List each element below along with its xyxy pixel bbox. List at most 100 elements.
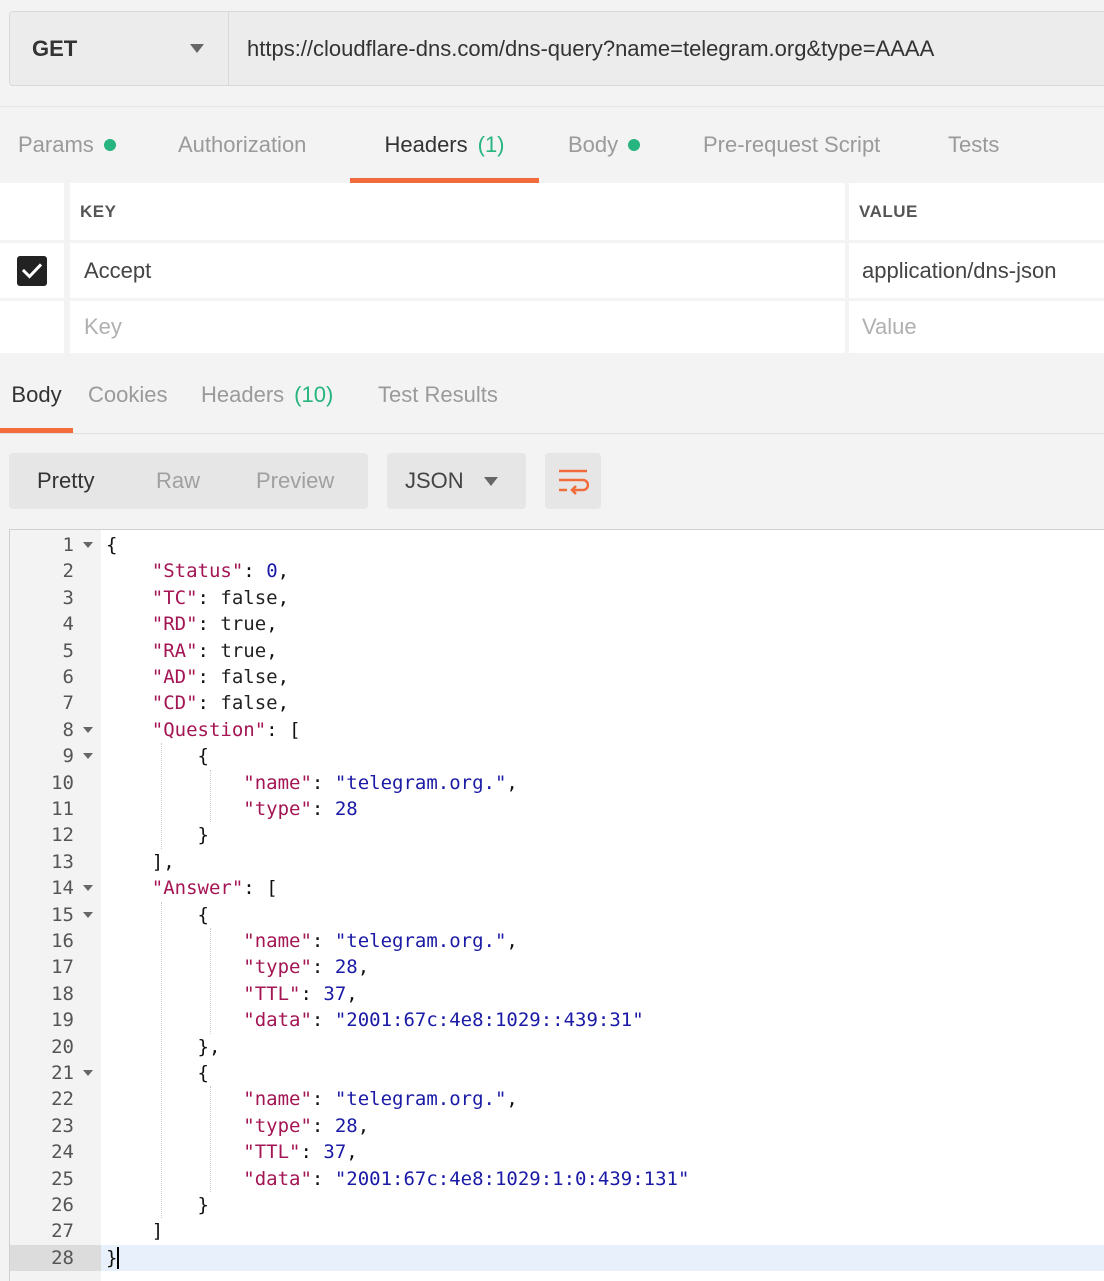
line-number: 13 <box>51 850 74 873</box>
line-number: 25 <box>51 1167 74 1190</box>
line-number: 19 <box>51 1009 74 1032</box>
code-text: } <box>197 1194 209 1216</box>
gutter-cell: 28 <box>10 1244 101 1272</box>
value-column-header: VALUE <box>849 183 1104 240</box>
gutter-cell: 3 <box>10 585 101 611</box>
line-number: 21 <box>51 1062 74 1084</box>
line-number: 26 <box>51 1194 74 1216</box>
code-text: "data": "2001:67c:4e8:1029:1:0:439:131" <box>243 1167 690 1190</box>
gutter-cell: 13 <box>10 849 101 875</box>
tab-cookies[interactable]: Cookies <box>88 357 167 433</box>
code-text: "AD": false, <box>151 666 290 688</box>
code-text: "CD": false, <box>151 692 290 715</box>
new-value-input[interactable]: Value <box>849 301 1104 353</box>
line-number: 17 <box>51 956 74 979</box>
code-line: 25 "data": "2001:67c:4e8:1029:1:0:439:13… <box>10 1166 1104 1192</box>
indent-guide <box>161 743 162 849</box>
checkmark-icon <box>22 262 42 279</box>
tab-pre-request-script[interactable]: Pre-request Script <box>703 107 880 183</box>
view-mode-selector: Pretty Raw Preview <box>9 453 368 509</box>
code-line: 19 "data": "2001:67c:4e8:1029::439:31" <box>10 1007 1104 1033</box>
code-line: 12 } <box>10 822 1104 848</box>
tab-headers[interactable]: Headers (1) <box>350 107 539 183</box>
code-text: } <box>106 1246 120 1270</box>
tab-body[interactable]: Body <box>568 107 641 183</box>
fold-toggle-icon[interactable] <box>83 911 93 918</box>
tab-params-label: Params <box>18 132 94 157</box>
header-enabled-checkbox[interactable] <box>17 255 47 286</box>
code-text: "name": "telegram.org.", <box>243 1088 518 1111</box>
fold-toggle-icon[interactable] <box>83 726 93 733</box>
tab-params[interactable]: Params <box>18 107 116 183</box>
code-line: 22 "name": "telegram.org.", <box>10 1086 1104 1112</box>
gutter-cell: 6 <box>10 664 101 690</box>
code-line: 21 { <box>10 1060 1104 1086</box>
line-number: 22 <box>51 1088 74 1111</box>
code-text: "name": "telegram.org.", <box>243 930 518 952</box>
tab-authorization-label: Authorization <box>178 132 307 157</box>
gutter-cell: 19 <box>10 1007 101 1033</box>
line-number: 8 <box>62 718 74 741</box>
gutter-cell: 14 <box>10 875 101 901</box>
gutter-cell: 18 <box>10 981 101 1007</box>
header-key-field[interactable]: Accept <box>70 243 845 298</box>
code-text: "Status": 0, <box>151 560 290 583</box>
response-tabs: Body Cookies Headers (10) Test Results <box>0 357 1104 434</box>
url-input[interactable]: https://cloudflare-dns.com/dns-query?nam… <box>229 12 1104 85</box>
line-number: 6 <box>62 666 74 688</box>
wrap-lines-icon <box>559 469 589 495</box>
code-text: "TTL": 37, <box>243 1141 358 1164</box>
code-line: 9 { <box>10 743 1104 769</box>
tab-cookies-label: Cookies <box>88 382 168 407</box>
code-text: "type": 28 <box>243 798 358 820</box>
params-indicator-dot <box>103 139 116 151</box>
view-pretty-button[interactable]: Pretty <box>37 468 94 494</box>
tab-response-body[interactable]: Body <box>0 357 73 433</box>
fold-toggle-icon[interactable] <box>83 1070 93 1076</box>
line-number: 27 <box>51 1220 74 1243</box>
code-line: 13 ], <box>10 849 1104 875</box>
tab-test-results[interactable]: Test Results <box>378 357 498 433</box>
code-text: "RA": true, <box>151 639 278 662</box>
line-number: 2 <box>62 560 74 583</box>
line-number: 4 <box>62 613 74 636</box>
line-number: 10 <box>51 771 74 794</box>
view-raw-button[interactable]: Raw <box>156 468 200 494</box>
method-select[interactable]: GET <box>10 12 229 85</box>
gutter-cell: 17 <box>10 954 101 980</box>
new-key-input[interactable]: Key <box>70 301 845 353</box>
code-line: 11 "type": 28 <box>10 796 1104 822</box>
code-text: "type": 28, <box>243 1114 370 1137</box>
tab-authorization[interactable]: Authorization <box>178 107 306 183</box>
view-preview-button[interactable]: Preview <box>256 468 334 494</box>
header-value-field[interactable]: application/dns-json <box>849 243 1104 298</box>
fold-toggle-icon[interactable] <box>83 542 93 548</box>
code-text: "Question": [ <box>151 718 301 741</box>
gutter-cell: 21 <box>10 1060 101 1086</box>
wrap-lines-button[interactable] <box>545 453 601 509</box>
code-line: 5 "RA": true, <box>10 638 1104 664</box>
fold-toggle-icon[interactable] <box>83 753 93 760</box>
code-text: "TC": false, <box>151 586 290 609</box>
tab-response-headers[interactable]: Headers (10) <box>201 357 333 433</box>
header-row-checkbox-cell <box>0 243 64 298</box>
tab-tests[interactable]: Tests <box>948 107 999 183</box>
format-select[interactable]: JSON <box>387 453 526 509</box>
gutter-cell: 12 <box>10 822 101 848</box>
line-number: 15 <box>51 903 74 926</box>
code-text: } <box>197 824 209 847</box>
gutter-cell: 25 <box>10 1166 101 1192</box>
gutter-cell: 22 <box>10 1086 101 1112</box>
code-line: 24 "TTL": 37, <box>10 1139 1104 1165</box>
active-tab-underline <box>0 428 73 433</box>
code-text: { <box>197 1062 209 1084</box>
code-line: 7 "CD": false, <box>10 690 1104 716</box>
gutter-cell: 27 <box>10 1218 101 1244</box>
fold-toggle-icon[interactable] <box>83 885 93 892</box>
tab-body-label: Body <box>568 132 619 157</box>
code-text: }, <box>197 1035 221 1058</box>
line-number: 12 <box>51 824 74 847</box>
code-text: "Answer": [ <box>151 877 278 900</box>
response-body-editor[interactable]: 1{2 "Status": 0, 3 "TC": false, 4 "RD": tr… <box>9 529 1104 1281</box>
method-label: GET <box>32 35 78 61</box>
